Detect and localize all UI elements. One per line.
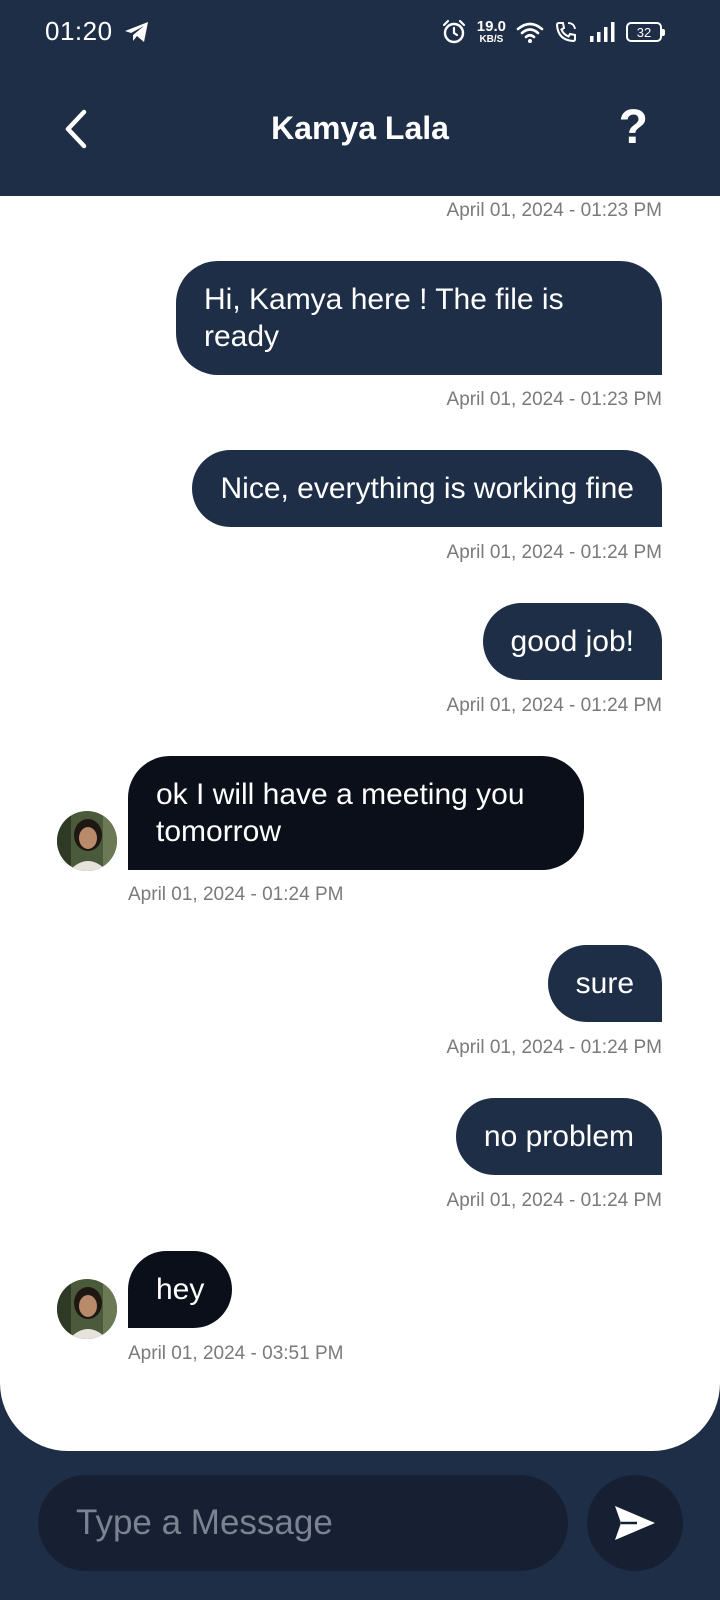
message-timestamp: April 01, 2024 - 01:23 PM: [446, 389, 662, 410]
message-timestamp: April 01, 2024 - 01:24 PM: [128, 884, 344, 905]
sent-message-bubble[interactable]: Nice, everything is working fine: [192, 450, 662, 527]
sent-message-bubble[interactable]: Hi, Kamya here ! The file is ready: [176, 261, 662, 375]
sent-message-bubble[interactable]: sure: [547, 945, 662, 1022]
alarm-icon: [442, 19, 465, 44]
received-message-bubble[interactable]: hey: [128, 1251, 233, 1328]
sent-message-bubble[interactable]: good job!: [482, 603, 662, 680]
contact-avatar[interactable]: [57, 1279, 117, 1339]
wifi-call-icon: [555, 22, 576, 43]
signal-icon: [590, 22, 615, 42]
net-speed-unit: KB/S: [479, 34, 504, 45]
net-speed: 19.0 KB/S: [477, 19, 506, 45]
status-bar: 01:20 19.0 KB/S 32: [0, 0, 720, 64]
message-list[interactable]: April 01, 2024 - 01:23 PM Hi, Kamya here…: [0, 196, 720, 1451]
message-input[interactable]: [38, 1475, 568, 1571]
message-timestamp: April 01, 2024 - 01:24 PM: [446, 1190, 662, 1211]
avatar-photo-icon: [57, 1279, 117, 1339]
help-button[interactable]: ?: [619, 100, 648, 155]
message-timestamp: April 01, 2024 - 01:24 PM: [446, 1037, 662, 1058]
telegram-icon: [125, 22, 148, 42]
send-icon: [615, 1506, 655, 1540]
message-timestamp: April 01, 2024 - 01:24 PM: [446, 542, 662, 563]
message-timestamp: April 01, 2024 - 01:23 PM: [446, 200, 662, 221]
net-speed-value: 19.0: [476, 18, 506, 35]
chat-header: Kamya Lala ?: [0, 64, 720, 196]
message-timestamp: April 01, 2024 - 01:24 PM: [446, 695, 662, 716]
sent-message-bubble[interactable]: no problem: [455, 1098, 662, 1175]
received-message-bubble[interactable]: ok I will have a meeting you tomorrow: [128, 756, 584, 870]
status-time: 01:20: [45, 16, 113, 46]
page-title: Kamya Lala: [271, 110, 449, 146]
battery-icon: 32: [626, 22, 665, 42]
status-icons: 19.0 KB/S 32: [441, 14, 665, 50]
contact-avatar[interactable]: [57, 811, 117, 871]
battery-level: 32: [636, 24, 652, 40]
wifi-icon: [516, 22, 544, 43]
avatar-photo-icon: [57, 811, 117, 871]
message-composer: [0, 1451, 720, 1600]
message-timestamp: April 01, 2024 - 03:51 PM: [128, 1343, 344, 1364]
send-button[interactable]: [587, 1475, 683, 1571]
